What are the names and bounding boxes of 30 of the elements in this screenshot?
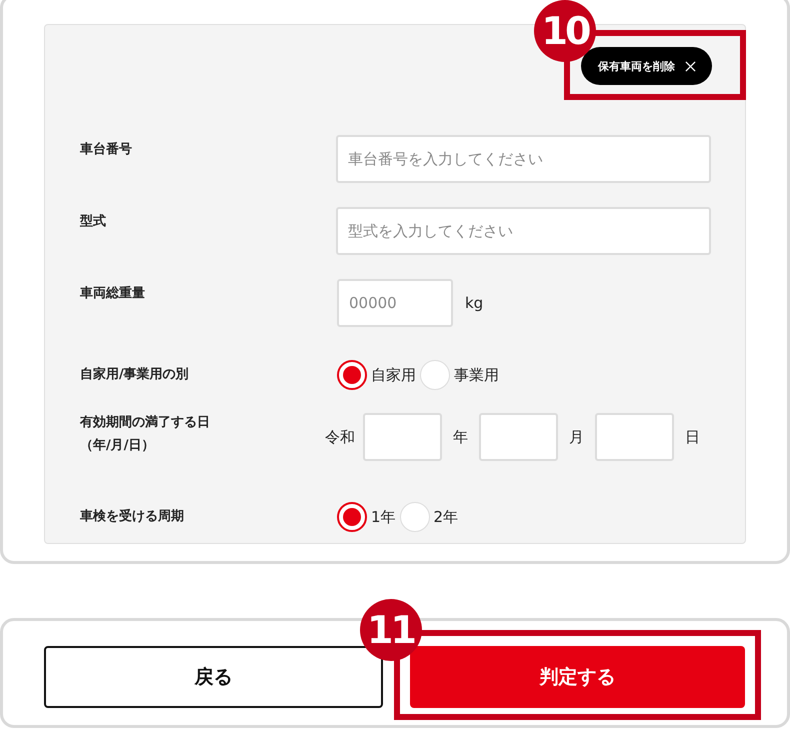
date-unit: 年 [452,428,469,446]
date-input[interactable] [595,413,674,461]
unit-label: kg [465,294,484,312]
field-label: 自家用/事業用の別 [80,367,190,383]
text-input[interactable]: 型式を入力してください [336,207,711,255]
era-label: 令和 [325,428,355,446]
radio-option[interactable]: 自家用 [337,360,416,390]
close-icon [685,60,696,72]
date-input[interactable] [363,413,442,461]
field-label: 型式 [80,213,107,231]
field-sublabel: （年/月/日） [80,437,156,455]
field-label: 車検を受ける周期 [80,509,185,525]
field-label: 有効期間の満了する日 [80,414,211,432]
radio-button[interactable] [337,360,367,390]
field-label: 車両総重量 [80,284,146,303]
radio-option[interactable]: 1年 [337,502,396,532]
radio-option[interactable]: 事業用 [420,360,499,390]
date-input[interactable] [479,413,558,461]
delete-vehicle-button[interactable]: 保有車両を削除 [581,47,712,85]
radio-option[interactable]: 2年 [400,502,458,532]
date-unit: 日 [684,428,701,446]
date-unit: 月 [568,428,585,446]
field-label: 車台番号 [80,141,133,159]
callout-badge: 10 [534,0,596,62]
radio-button[interactable] [337,502,367,532]
text-input[interactable]: 車台番号を入力してください [336,135,711,183]
callout-badge: 11 [360,599,422,661]
weight-input[interactable]: 00000 [337,279,453,327]
submit-button[interactable]: 判定する [410,646,745,708]
back-button[interactable]: 戻る [44,646,382,708]
